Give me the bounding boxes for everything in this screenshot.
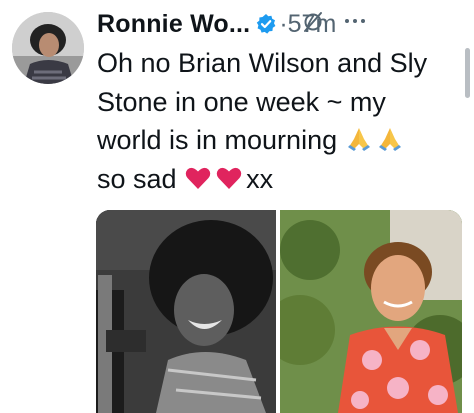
red-heart-emoji: [215, 164, 243, 192]
scrollbar[interactable]: [465, 48, 470, 98]
folded-hands-emoji: [345, 125, 373, 153]
tweet-text-segment: world is in mourning: [97, 125, 338, 155]
tweet-text-segment: xx: [246, 163, 274, 194]
tweet-text-line-4: so sad xx: [97, 160, 437, 199]
photo-sly-stone[interactable]: [96, 210, 276, 413]
folded-hands-emoji: [376, 125, 404, 153]
red-heart-emoji: [184, 164, 212, 192]
tweet-text: Oh no Brian Wilson and Sly Stone in one …: [97, 44, 437, 198]
author-name[interactable]: Ronnie Wo...: [97, 10, 250, 39]
more-icon[interactable]: [340, 9, 370, 33]
tweet-media: [96, 210, 462, 413]
grok-icon[interactable]: [301, 10, 325, 34]
tweet-header: Ronnie Wo... ·57m: [97, 3, 456, 45]
photo-brian-wilson[interactable]: [280, 210, 462, 413]
verified-badge-icon: [255, 13, 277, 35]
avatar-image: [12, 12, 84, 84]
tweet-text-line: Oh no Brian Wilson and Sly: [97, 48, 428, 78]
tweet-text-line-3: world is in mourning: [97, 121, 437, 160]
tweet-text-line: Stone in one week ~ my: [97, 86, 386, 117]
avatar[interactable]: [12, 12, 84, 84]
tweet-text-segment: so sad: [97, 163, 177, 194]
